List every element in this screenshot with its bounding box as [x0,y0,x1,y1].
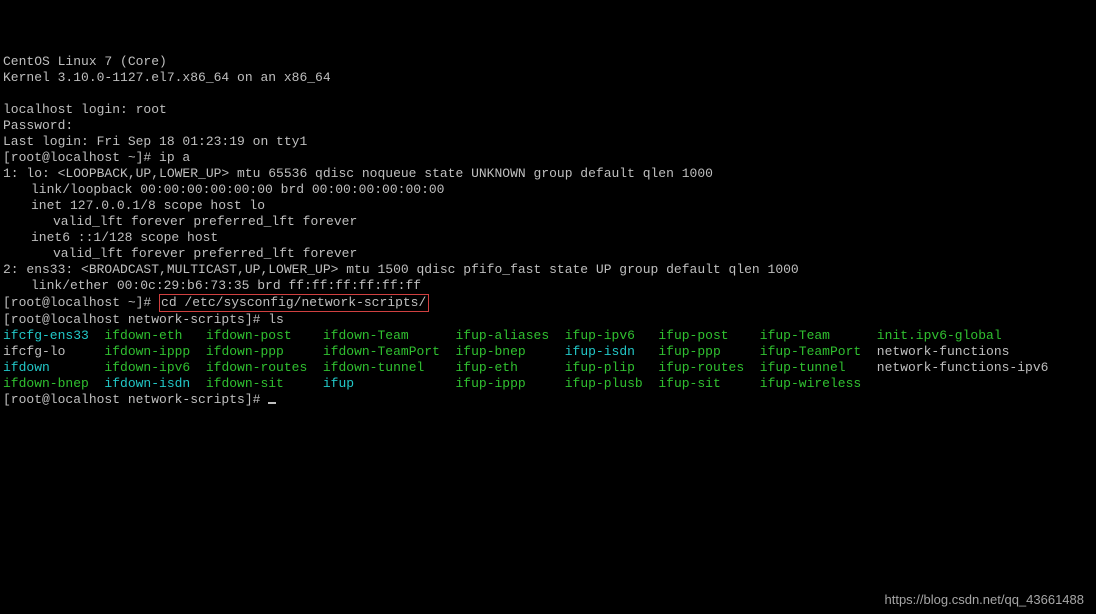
ip-lo-inet: inet 127.0.0.1/8 scope host lo [3,198,1093,214]
file-ifcfg-lo: ifcfg-lo [3,344,104,359]
file-init-ipv6-global: init.ipv6-global [877,328,1002,343]
file-ifdown-tunnel: ifdown-tunnel [323,360,456,375]
ip-lo-link: link/loopback 00:00:00:00:00:00 brd 00:0… [3,182,1093,198]
banner-line-1: CentOS Linux 7 (Core) [3,54,1093,70]
prompt-ip-a[interactable]: [root@localhost ~]# ip a [3,150,1093,166]
prompt-ls[interactable]: [root@localhost network-scripts]# ls [3,312,1093,328]
file-ifup-routes: ifup-routes [658,360,759,375]
highlighted-cd-command: cd /etc/sysconfig/network-scripts/ [159,294,429,312]
file-ifdown-bnep: ifdown-bnep [3,376,104,391]
file-ifup-post: ifup-post [658,328,759,343]
banner-line-2: Kernel 3.10.0-1127.el7.x86_64 on an x86_… [3,70,1093,86]
ls-row-3: ifdown ifdown-ipv6 ifdown-routes ifdown-… [3,360,1093,376]
cursor [268,402,276,404]
file-ifup-plusb: ifup-plusb [565,376,659,391]
file-ifdown-teamport: ifdown-TeamPort [323,344,456,359]
file-ifdown-isdn: ifdown-isdn [104,376,205,391]
ip-lo-valid2: valid_lft forever preferred_lft forever [3,246,1093,262]
file-ifup-plip: ifup-plip [565,360,659,375]
last-login: Last login: Fri Sep 18 01:23:19 on tty1 [3,134,1093,150]
watermark: https://blog.csdn.net/qq_43661488 [885,592,1085,608]
prompt-cd[interactable]: [root@localhost ~]# cd /etc/sysconfig/ne… [3,294,1093,312]
file-ifup-wireless: ifup-wireless [760,376,861,391]
prompt-cd-prefix: [root@localhost ~]# [3,295,159,310]
file-ifup-tunnel: ifup-tunnel [760,360,877,375]
file-network-functions: network-functions [877,344,1010,359]
file-network-functions-ipv6: network-functions-ipv6 [877,360,1049,375]
file-ifup-ipv6: ifup-ipv6 [565,328,659,343]
file-ifup-isdn: ifup-isdn [565,344,659,359]
file-ifdown-ippp: ifdown-ippp [104,344,205,359]
file-ifup: ifup [323,376,456,391]
prompt-final-text: [root@localhost network-scripts]# [3,392,268,407]
password-prompt: Password: [3,118,1093,134]
ip-lo-valid: valid_lft forever preferred_lft forever [3,214,1093,230]
file-ifdown-ipv6: ifdown-ipv6 [104,360,205,375]
ls-row-2: ifcfg-lo ifdown-ippp ifdown-ppp ifdown-T… [3,344,1093,360]
file-ifcfg-ens33: ifcfg-ens33 [3,328,104,343]
file-ifdown-routes: ifdown-routes [206,360,323,375]
file-ifdown-team: ifdown-Team [323,328,456,343]
file-ifup-eth: ifup-eth [456,360,565,375]
file-ifdown-post: ifdown-post [206,328,323,343]
file-ifup-ippp: ifup-ippp [456,376,565,391]
file-ifup-aliases: ifup-aliases [456,328,565,343]
ls-row-4: ifdown-bnep ifdown-isdn ifdown-sit ifup … [3,376,1093,392]
login-prompt: localhost login: root [3,102,1093,118]
file-ifup-bnep: ifup-bnep [456,344,565,359]
prompt-final[interactable]: [root@localhost network-scripts]# [3,392,1093,408]
file-ifup-sit: ifup-sit [658,376,759,391]
ip-lo-header: 1: lo: <LOOPBACK,UP,LOWER_UP> mtu 65536 … [3,166,1093,182]
file-ifdown-ppp: ifdown-ppp [206,344,323,359]
ls-row-1: ifcfg-ens33 ifdown-eth ifdown-post ifdow… [3,328,1093,344]
file-ifup-ppp: ifup-ppp [658,344,759,359]
ip-ens-link: link/ether 00:0c:29:b6:73:35 brd ff:ff:f… [3,278,1093,294]
file-ifdown: ifdown [3,360,104,375]
file-ifdown-eth: ifdown-eth [104,328,205,343]
file-ifdown-sit: ifdown-sit [206,376,323,391]
ip-lo-inet6: inet6 ::1/128 scope host [3,230,1093,246]
file-ifup-team: ifup-Team [760,328,877,343]
file-ifup-teamport: ifup-TeamPort [760,344,877,359]
ip-ens-header: 2: ens33: <BROADCAST,MULTICAST,UP,LOWER_… [3,262,1093,278]
